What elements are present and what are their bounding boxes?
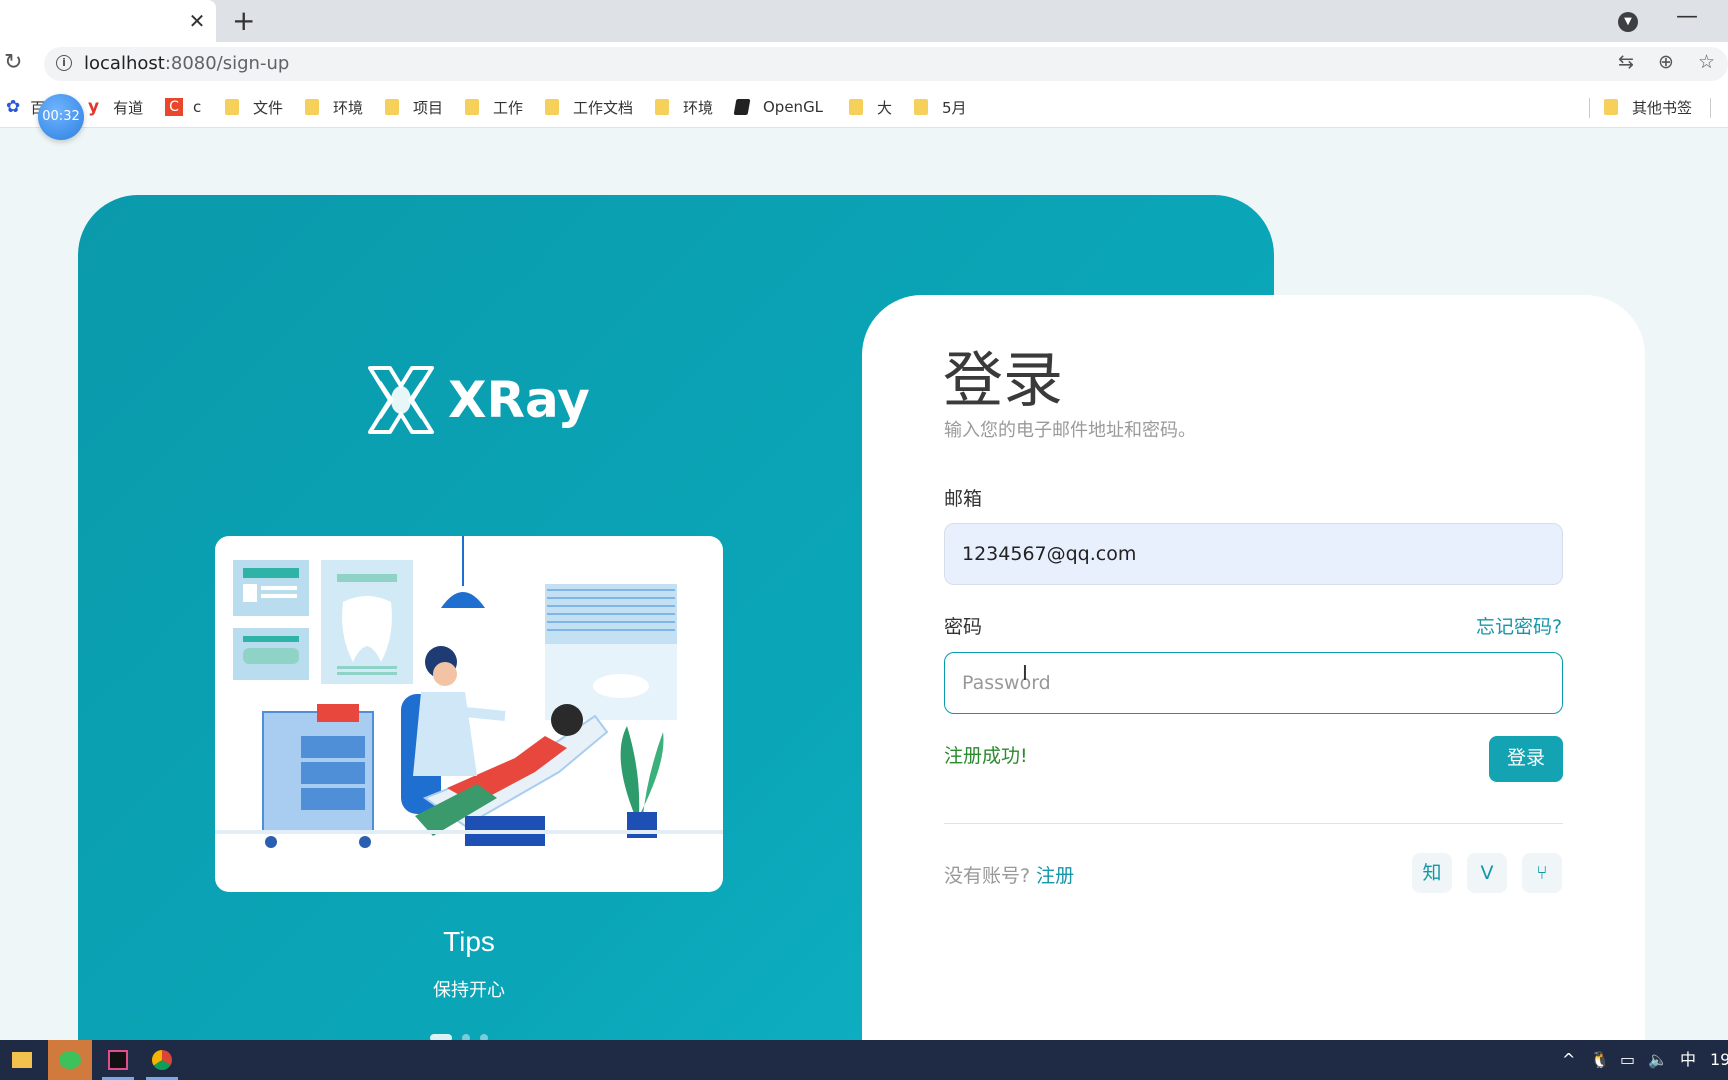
- login-subtitle: 输入您的电子邮件地址和密码。: [944, 420, 1196, 441]
- paw-icon: ✿: [6, 97, 21, 117]
- email-field[interactable]: 1234567@qq.com: [944, 523, 1563, 585]
- bookmark-folder-may[interactable]: 5月: [914, 95, 967, 119]
- tips-title: Tips: [443, 926, 495, 957]
- url-text[interactable]: localhost:8080/sign-up: [84, 53, 289, 74]
- clock[interactable]: 19: [1710, 1040, 1728, 1080]
- bookmark-folder-projects[interactable]: 项目: [385, 95, 443, 119]
- brand-name: XRay: [448, 371, 590, 429]
- folder-icon: [1604, 99, 1618, 115]
- url-host: localhost: [84, 53, 165, 74]
- password-field[interactable]: Password: [944, 652, 1563, 714]
- bookmark-folder-files[interactable]: 文件: [225, 95, 283, 119]
- browser-tab-strip: ✕ + ▼ —: [0, 0, 1728, 42]
- bookmark-label: 有道: [113, 98, 144, 117]
- c-logo-icon: C: [165, 98, 183, 116]
- text-cursor-icon: I: [1022, 661, 1028, 685]
- bookmark-label: 环境: [333, 98, 364, 117]
- bookmark-label: c: [193, 98, 202, 116]
- vue-login-icon[interactable]: V: [1467, 853, 1507, 893]
- bookmark-youdao[interactable]: y 有道: [88, 95, 143, 119]
- password-label: 密码: [944, 616, 983, 638]
- bookmark-separator: [1710, 98, 1711, 118]
- new-tab-button[interactable]: +: [232, 4, 255, 37]
- intellij-icon[interactable]: [96, 1040, 140, 1080]
- taskbar: ^ 🐧 ▭ 🔈 中 19: [0, 1040, 1728, 1080]
- book-icon: [733, 99, 751, 115]
- ime-indicator[interactable]: 中: [1680, 1040, 1696, 1080]
- bookmark-separator: [1589, 98, 1590, 118]
- bookmarks-bar: ✿ 百 y 有道 Cc 文件 环境 项目 工作 工作文档 环境 OpenGL 大 5…: [0, 86, 1728, 128]
- folder-icon: [545, 99, 559, 115]
- login-button[interactable]: 登录: [1489, 736, 1563, 782]
- url-path: :8080/sign-up: [164, 53, 290, 74]
- bookmark-label: OpenGL: [763, 98, 824, 116]
- folder-icon: [914, 99, 928, 115]
- bookmark-label: 其他书签: [1632, 98, 1693, 117]
- bookmark-label: 工作: [493, 98, 524, 117]
- folder-icon: [849, 99, 863, 115]
- chrome-icon[interactable]: [140, 1040, 184, 1080]
- register-link[interactable]: 注册: [1036, 865, 1074, 887]
- tab-search-icon[interactable]: ▼: [1618, 12, 1638, 32]
- translate-icon[interactable]: ⇆: [1618, 51, 1634, 73]
- page-title: 登录: [943, 346, 1063, 416]
- bookmark-folder-da[interactable]: 大: [849, 95, 892, 119]
- recording-timer-badge[interactable]: 00:32: [38, 94, 84, 140]
- xray-logo-icon: [368, 366, 434, 434]
- bookmark-label: 文件: [253, 98, 284, 117]
- register-prompt: 没有账号? 注册: [944, 861, 1074, 888]
- bookmark-folder-env-2[interactable]: 环境: [655, 95, 713, 119]
- folder-icon: [225, 99, 239, 115]
- forgot-password-link[interactable]: 忘记密码?: [1476, 612, 1562, 639]
- zhihu-login-icon[interactable]: 知: [1412, 853, 1452, 893]
- no-account-text: 没有账号?: [944, 865, 1031, 887]
- bookmark-label: 工作文档: [573, 98, 634, 117]
- site-info-icon[interactable]: i: [56, 55, 72, 71]
- bookmark-c[interactable]: Cc: [165, 95, 201, 119]
- folder-icon: [305, 99, 319, 115]
- bookmark-star-icon[interactable]: ☆: [1698, 51, 1715, 73]
- bookmark-folder-work[interactable]: 工作: [465, 95, 523, 119]
- divider: [944, 823, 1563, 824]
- success-message: 注册成功!: [944, 745, 1028, 767]
- file-explorer-icon[interactable]: [0, 1040, 44, 1080]
- bookmark-other[interactable]: 其他书签: [1604, 95, 1692, 119]
- folder-icon: [465, 99, 479, 115]
- brand-logo: XRay: [366, 362, 590, 438]
- tips-subtitle: 保持开心: [433, 980, 505, 1001]
- close-tab-icon[interactable]: ✕: [186, 9, 208, 33]
- browser-tab[interactable]: ✕: [0, 0, 216, 42]
- browser-toolbar: ↻ i localhost:8080/sign-up ⇆ ⊕ ☆: [0, 42, 1728, 86]
- battery-icon[interactable]: ▭: [1620, 1040, 1635, 1080]
- folder-icon: [385, 99, 399, 115]
- dentist-illustration: [215, 536, 723, 892]
- qq-tray-icon[interactable]: 🐧: [1590, 1040, 1610, 1080]
- youdao-icon: y: [88, 97, 100, 117]
- tray-expand-icon[interactable]: ^: [1562, 1040, 1575, 1080]
- bookmark-label: 环境: [683, 98, 714, 117]
- bookmark-label: 项目: [413, 98, 444, 117]
- bookmark-label: 5月: [942, 98, 967, 117]
- wechat-icon[interactable]: [48, 1040, 92, 1080]
- bookmark-folder-env[interactable]: 环境: [305, 95, 363, 119]
- minimize-window-button[interactable]: —: [1676, 4, 1698, 29]
- zoom-icon[interactable]: ⊕: [1658, 51, 1674, 73]
- reload-icon[interactable]: ↻: [4, 50, 22, 75]
- bookmark-opengl[interactable]: OpenGL: [733, 95, 824, 119]
- folder-icon: [655, 99, 669, 115]
- git-login-icon[interactable]: ⑂: [1522, 853, 1562, 893]
- bookmark-folder-workdocs[interactable]: 工作文档: [545, 95, 633, 119]
- address-bar[interactable]: i localhost:8080/sign-up ⇆ ⊕ ☆: [44, 47, 1728, 81]
- email-label: 邮箱: [944, 488, 983, 510]
- bookmark-label: 大: [877, 98, 893, 117]
- volume-icon[interactable]: 🔈: [1648, 1040, 1668, 1080]
